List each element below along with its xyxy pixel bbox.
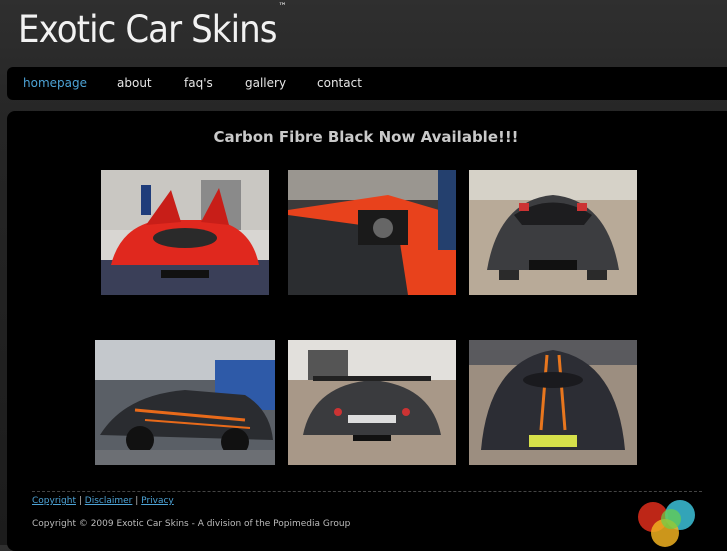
nav-item-about[interactable]: about: [117, 76, 152, 90]
footer-links: Copyright | Disclaimer | Privacy: [32, 496, 174, 506]
page-headline: Carbon Fibre Black Now Available!!!: [213, 128, 519, 146]
gallery-photo-black-ferrari-rear[interactable]: [288, 340, 456, 465]
footer-link-disclaimer[interactable]: Disclaimer: [85, 496, 133, 506]
footer-link-copyright[interactable]: Copyright: [32, 496, 76, 506]
trademark-symbol: ™: [278, 1, 286, 12]
footer-divider: [32, 491, 702, 492]
popimedia-logo-icon[interactable]: [635, 497, 699, 547]
footer-separator: |: [78, 496, 82, 506]
gallery-photo-red-ferrari-doors[interactable]: [101, 170, 269, 295]
nav-item-gallery[interactable]: gallery: [245, 76, 286, 90]
nav-item-faqs[interactable]: faq's: [184, 76, 213, 90]
footer-link-privacy[interactable]: Privacy: [141, 496, 174, 506]
logo-text: Exotic Car Skins: [18, 8, 278, 51]
gallery-photo-black-stripe-front[interactable]: [469, 340, 637, 465]
nav-item-homepage[interactable]: homepage: [23, 76, 87, 90]
gallery-photo-black-ferrari-front[interactable]: [469, 170, 637, 295]
copyright-text: Copyright © 2009 Exotic Car Skins - A di…: [32, 519, 351, 529]
gallery-photo-black-racer-side[interactable]: [95, 340, 275, 465]
main-navigation: homepage about faq's gallery contact: [7, 67, 727, 100]
gallery-photo-ferrari-wrap-half[interactable]: [288, 170, 456, 295]
site-logo[interactable]: Exotic Car Skins™: [18, 2, 287, 51]
footer-separator: |: [135, 496, 139, 506]
nav-item-contact[interactable]: contact: [317, 76, 362, 90]
main-content: Carbon Fibre Black Now Available!!! Copy…: [7, 111, 727, 551]
